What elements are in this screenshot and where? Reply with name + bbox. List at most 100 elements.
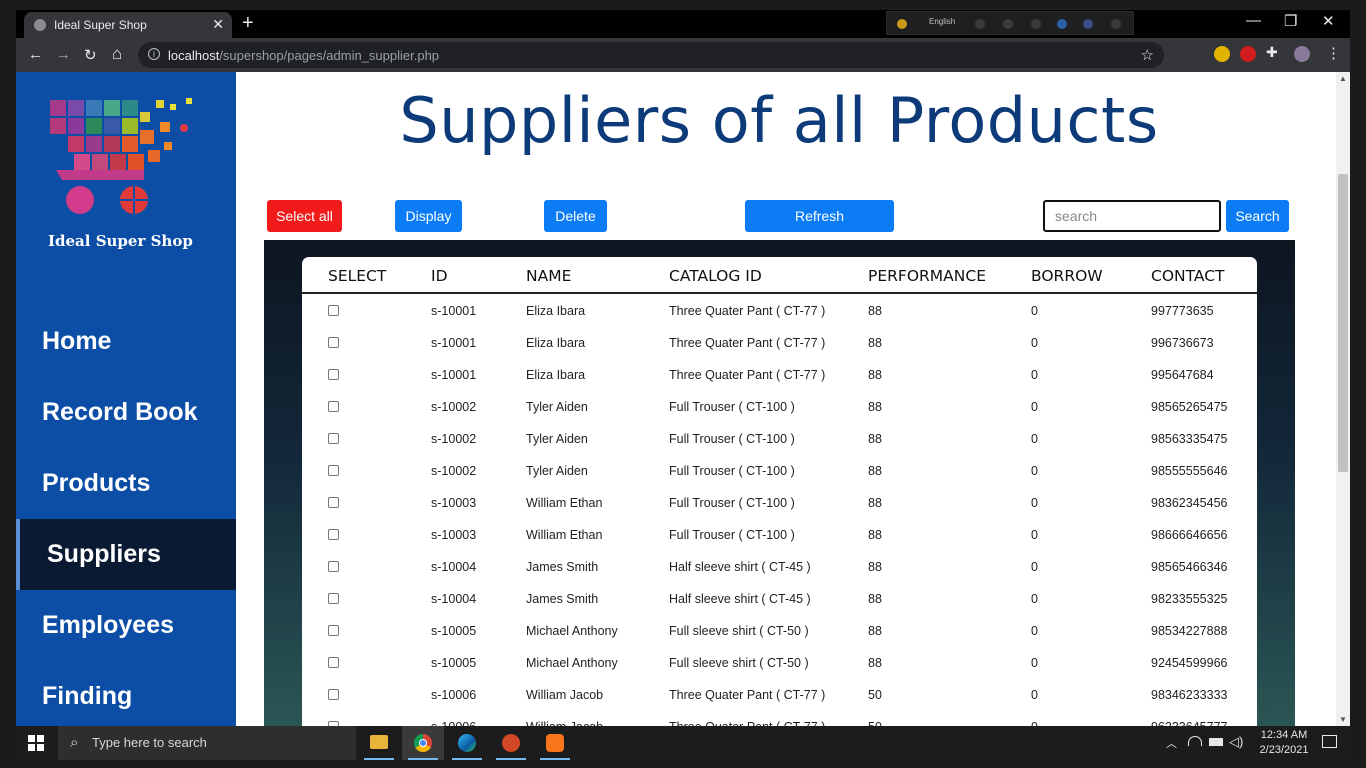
table-row: s-10005 Michael Anthony Full sleeve shirt … — [302, 616, 1257, 648]
page-scrollbar[interactable]: ▲ ▼ — [1336, 72, 1350, 726]
nav-employees[interactable]: Employees — [16, 590, 236, 661]
row-checkbox[interactable] — [328, 593, 339, 604]
extension-icon[interactable] — [1214, 46, 1230, 62]
taskbar-search-box[interactable]: ⌕ Type here to search — [58, 726, 356, 760]
table-row: s-10002 Tyler Aiden Full Trouser ( CT-100 … — [302, 456, 1257, 488]
row-checkbox[interactable] — [328, 561, 339, 572]
profile-avatar[interactable] — [1294, 46, 1310, 62]
cell-catalog-id: Full Trouser ( CT-100 ) — [669, 528, 795, 542]
mic-icon[interactable] — [1003, 19, 1013, 29]
row-checkbox[interactable] — [328, 369, 339, 380]
cell-catalog-id: Half sleeve shirt ( CT-45 ) — [669, 560, 811, 574]
table-container: SELECT ID NAME CATALOG ID PERFORMANCE BO… — [264, 240, 1295, 726]
scroll-up-icon[interactable]: ▲ — [1339, 74, 1347, 83]
table-row: s-10003 William Ethan Full Trouser ( CT-10… — [302, 488, 1257, 520]
new-tab-button[interactable]: + — [242, 12, 254, 35]
page-title: Suppliers of all Products — [399, 84, 1159, 157]
cell-contact: 997773635 — [1151, 304, 1214, 318]
select-all-button[interactable]: Select all — [267, 200, 342, 232]
search-icon: ⌕ — [70, 734, 79, 751]
home-icon[interactable]: ⌂ — [112, 44, 122, 64]
chrome-icon[interactable] — [402, 726, 444, 760]
row-checkbox[interactable] — [328, 529, 339, 540]
cell-performance: 88 — [868, 528, 882, 542]
row-checkbox[interactable] — [328, 625, 339, 636]
refresh-button[interactable]: Refresh — [745, 200, 894, 232]
cell-id: s-10001 — [431, 336, 477, 350]
scroll-down-icon[interactable]: ▼ — [1339, 715, 1347, 724]
cell-borrow: 0 — [1031, 304, 1038, 318]
display-button[interactable]: Display — [395, 200, 462, 232]
cell-name: Eliza Ibara — [526, 304, 586, 318]
sidebar: Ideal Super Shop Home Record Book Produc… — [16, 72, 236, 726]
cell-performance: 50 — [868, 688, 882, 702]
taskbar: ⌕ Type here to search ︿ ◁) 12:34 AM 2/23… — [16, 726, 1350, 760]
powerpoint-icon[interactable] — [490, 726, 532, 760]
cell-contact: 995647684 — [1151, 368, 1214, 382]
cell-catalog-id: Three Quater Pant ( CT-77 ) — [669, 336, 826, 350]
volume-icon[interactable]: ◁) — [1229, 734, 1243, 750]
cell-borrow: 0 — [1031, 400, 1038, 414]
row-checkbox[interactable] — [328, 465, 339, 476]
reload-icon[interactable]: ↻ — [84, 46, 97, 64]
windows-start-icon[interactable] — [28, 735, 44, 751]
adblock-icon[interactable] — [1240, 46, 1256, 62]
chevron-up-icon[interactable]: ︿ — [1166, 735, 1177, 751]
clock[interactable]: 12:34 AM 2/23/2021 — [1254, 728, 1314, 758]
nav-suppliers[interactable]: Suppliers — [16, 519, 236, 590]
settings-icon[interactable] — [1031, 19, 1041, 29]
row-checkbox[interactable] — [328, 497, 339, 508]
wifi-icon[interactable] — [1188, 736, 1202, 746]
nav-finding[interactable]: Finding — [16, 661, 236, 726]
restore-button[interactable]: ❐ — [1284, 12, 1297, 30]
row-checkbox[interactable] — [328, 433, 339, 444]
menu-icon[interactable]: ⋮ — [1326, 44, 1341, 62]
cell-name: Tyler Aiden — [526, 400, 588, 414]
forward-icon[interactable]: → — [56, 46, 71, 63]
address-bar[interactable]: i localhost/supershop/pages/admin_suppli… — [138, 42, 1164, 68]
keyboard-icon[interactable] — [975, 19, 985, 29]
edge-browser-icon[interactable] — [446, 726, 488, 760]
file-explorer-icon[interactable] — [358, 726, 400, 760]
power-icon[interactable] — [1111, 19, 1121, 29]
header-id: ID — [431, 267, 448, 285]
cell-contact: 98563335475 — [1151, 432, 1228, 446]
cell-performance: 88 — [868, 624, 882, 638]
nav-record-book[interactable]: Record Book — [16, 377, 236, 448]
nav-home[interactable]: Home — [16, 306, 236, 377]
cell-contact: 92454599966 — [1151, 656, 1228, 670]
row-checkbox[interactable] — [328, 657, 339, 668]
cell-id: s-10004 — [431, 592, 477, 606]
search-button[interactable]: Search — [1226, 200, 1289, 232]
cell-name: William Jacob — [526, 688, 604, 702]
scroll-thumb[interactable] — [1338, 174, 1348, 472]
row-checkbox[interactable] — [328, 305, 339, 316]
cell-contact: 98233555325 — [1151, 592, 1228, 606]
battery-icon[interactable] — [1209, 738, 1223, 746]
close-window-button[interactable]: ✕ — [1322, 12, 1335, 30]
cell-performance: 88 — [868, 400, 882, 414]
row-checkbox[interactable] — [328, 337, 339, 348]
back-icon[interactable]: ← — [28, 46, 43, 63]
tab-close-icon[interactable]: ✕ — [212, 16, 224, 33]
browser-tab[interactable]: Ideal Super Shop ✕ — [24, 12, 232, 38]
help-icon[interactable] — [1083, 19, 1093, 29]
browser-toolbar: ← → ↻ ⌂ i localhost/supershop/pages/admi… — [16, 38, 1350, 72]
puzzle-icon[interactable]: ✚ — [1266, 44, 1282, 60]
info-icon[interactable]: i — [148, 48, 160, 60]
notification-icon[interactable] — [1322, 735, 1337, 748]
bookmark-star-icon[interactable]: ☆ — [1141, 46, 1154, 64]
xampp-icon[interactable] — [534, 726, 576, 760]
language-label[interactable]: English — [929, 17, 955, 26]
minimize-button[interactable]: — — [1246, 12, 1261, 29]
header-name: NAME — [526, 267, 572, 285]
row-checkbox[interactable] — [328, 689, 339, 700]
cell-id: s-10002 — [431, 400, 477, 414]
row-checkbox[interactable] — [328, 401, 339, 412]
delete-button[interactable]: Delete — [544, 200, 607, 232]
edge-icon[interactable] — [1057, 19, 1067, 29]
cell-performance: 88 — [868, 304, 882, 318]
search-input[interactable] — [1043, 200, 1221, 232]
nav-products[interactable]: Products — [16, 448, 236, 519]
app-icon[interactable] — [897, 19, 907, 29]
